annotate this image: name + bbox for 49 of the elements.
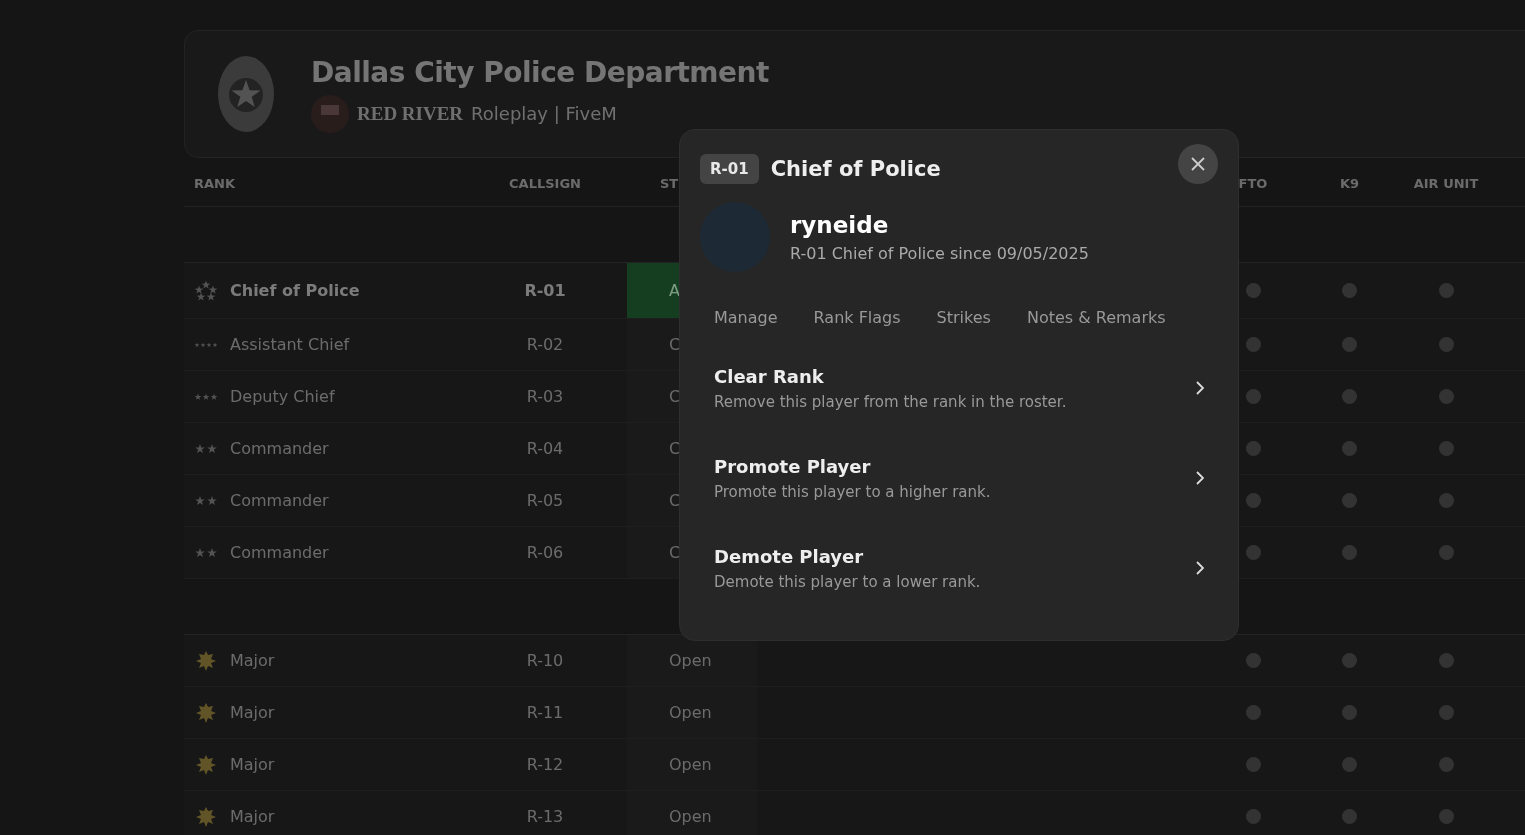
rank-name: Major — [230, 755, 275, 774]
rank-name: Major — [230, 703, 275, 722]
close-button[interactable] — [1178, 144, 1218, 184]
callsign: R-05 — [526, 491, 564, 510]
username: ryneide — [790, 211, 890, 238]
dialog-title: Chief of Police — [770, 157, 942, 181]
rank-name: Chief of Police — [230, 281, 360, 300]
callsign: R-02 — [526, 335, 564, 354]
callsign: R-11 — [526, 703, 564, 722]
brand-name: RED RIVER — [357, 102, 464, 125]
callsign: R-10 — [526, 651, 564, 670]
chevron-right-icon — [1196, 471, 1204, 485]
chevron-right-icon — [1196, 561, 1204, 575]
server-subtitle: Roleplay | FiveM — [471, 103, 617, 124]
stars-icon — [194, 495, 218, 506]
tab[interactable]: Strikes — [922, 302, 1005, 335]
rank-name: Commander — [230, 491, 329, 510]
stars-icon — [194, 392, 218, 401]
rank-name: Major — [230, 807, 275, 826]
stars-icon — [194, 443, 218, 454]
rank-since: R-01 Chief of Police since 09/05/2025 — [790, 243, 1089, 263]
rank-name: Commander — [230, 439, 329, 458]
callsign: R-06 — [526, 543, 564, 562]
police-badge-icon — [217, 55, 275, 133]
rank-name: Commander — [230, 543, 329, 562]
close-icon — [1191, 157, 1205, 171]
column-header: CALLSIGN — [509, 175, 581, 191]
tab[interactable]: Notes & Remarks — [1012, 302, 1180, 335]
callsign: R-13 — [526, 807, 564, 826]
callsign-badge: R-01 — [700, 154, 759, 184]
department-title: Dallas City Police Department — [311, 55, 769, 89]
stars-icon — [194, 341, 218, 348]
column-header: RANK — [193, 175, 236, 191]
server-logo-icon — [311, 94, 349, 133]
callsign: R-01 — [524, 281, 566, 300]
column-header: AIR UNIT — [1413, 175, 1479, 191]
callsign: R-04 — [526, 439, 564, 458]
tab[interactable]: Rank Flags — [799, 302, 915, 335]
star-cluster-icon — [194, 279, 218, 302]
column-header: ST — [659, 175, 679, 191]
column-header: FTO — [1238, 175, 1268, 191]
chevron-right-icon — [1196, 381, 1204, 395]
column-header: K9 — [1339, 175, 1360, 191]
rank-name: Assistant Chief — [230, 335, 350, 354]
rank-name: Deputy Chief — [230, 387, 335, 406]
callsign: R-03 — [526, 387, 564, 406]
stars-icon — [194, 547, 218, 558]
callsign: R-12 — [526, 755, 564, 774]
rank-name: Major — [230, 651, 275, 670]
